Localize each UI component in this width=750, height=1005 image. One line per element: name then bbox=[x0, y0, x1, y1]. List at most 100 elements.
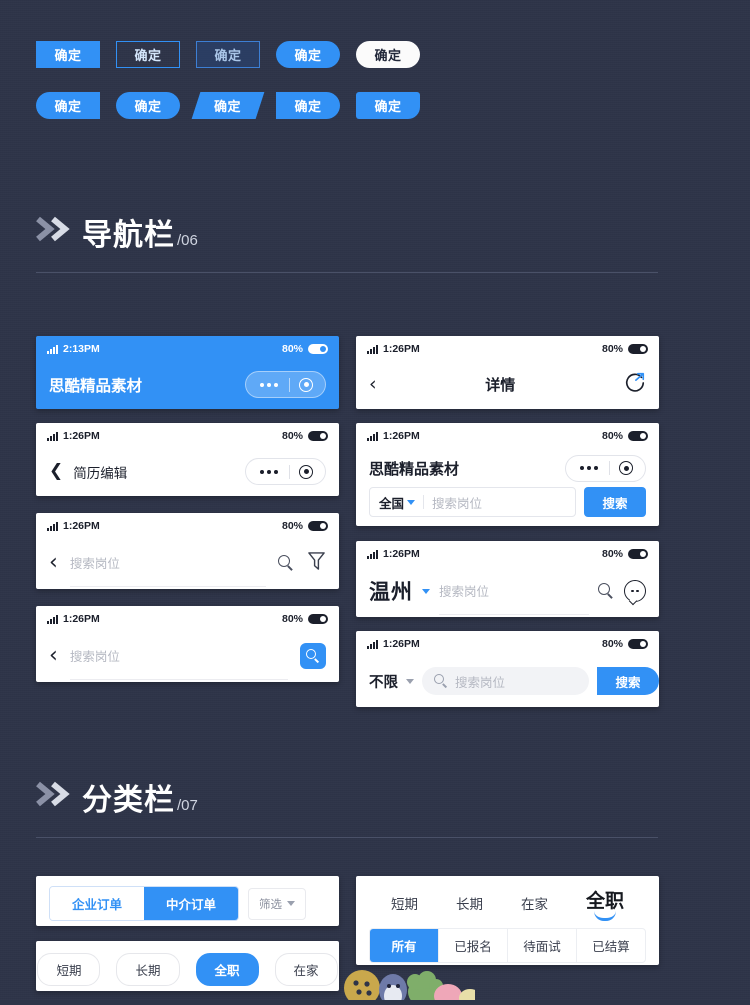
filter-button[interactable]: 筛选 bbox=[248, 887, 307, 920]
target-circle-icon[interactable] bbox=[290, 464, 322, 479]
navbar-card-detail: 1:26PM 80% ‹ 详情 bbox=[356, 336, 659, 409]
search-button[interactable] bbox=[300, 643, 326, 669]
back-chevron-icon[interactable]: ‹ bbox=[49, 552, 58, 574]
battery-percent: 80% bbox=[281, 430, 303, 442]
button-corner-round[interactable]: 确定 bbox=[356, 92, 420, 119]
search-input[interactable]: 搜索岗位 bbox=[70, 553, 120, 572]
tab-full-time[interactable]: 全职 bbox=[586, 886, 624, 920]
button-label: 确定 bbox=[374, 99, 402, 114]
button-round-left[interactable]: 确定 bbox=[36, 92, 100, 119]
city-label[interactable]: 温州 bbox=[369, 576, 413, 606]
button-round-right[interactable]: 确定 bbox=[276, 92, 340, 119]
tab-enterprise-orders[interactable]: 企业订单 bbox=[50, 887, 145, 920]
battery-icon bbox=[308, 431, 328, 441]
section-number: /07 bbox=[177, 797, 198, 814]
button-pill-blue[interactable]: 确定 bbox=[276, 41, 340, 68]
chip-at-home[interactable]: 在家 bbox=[274, 953, 338, 986]
region-selector[interactable]: 全国 bbox=[379, 493, 416, 512]
chevron-down-icon[interactable] bbox=[422, 588, 430, 594]
status-bar: 1:26PM 80% bbox=[36, 606, 339, 632]
mini-program-capsule[interactable] bbox=[245, 458, 326, 485]
battery-icon bbox=[628, 431, 648, 441]
category-card-jobs: 短期 长期 在家 全职 所有 已报名 待面试 已结算 bbox=[356, 876, 659, 965]
chevron-down-icon[interactable] bbox=[406, 678, 414, 684]
button-pill-white[interactable]: 确定 bbox=[356, 41, 420, 68]
battery-icon bbox=[308, 521, 328, 531]
signal-icon bbox=[367, 639, 378, 649]
order-tab-group: 企业订单 中介订单 筛选 bbox=[36, 876, 339, 926]
signal-icon bbox=[47, 431, 58, 441]
search-input-group[interactable]: 全国 搜索岗位 bbox=[369, 487, 576, 517]
back-chevron-icon[interactable]: ‹ bbox=[369, 375, 377, 394]
button-showcase-row-1: 确定 确定 确定 确定 确定 bbox=[36, 41, 420, 68]
button-outline[interactable]: 确定 bbox=[116, 41, 180, 68]
section-divider bbox=[36, 837, 658, 838]
battery-percent: 80% bbox=[601, 343, 623, 355]
search-field[interactable]: 搜索岗位 bbox=[422, 667, 589, 695]
section-header-category: 分类栏 /07 bbox=[36, 775, 658, 838]
chip-long-term[interactable]: 长期 bbox=[116, 953, 180, 986]
back-chevron-icon[interactable]: ‹ bbox=[49, 645, 58, 667]
section-title: 分类栏 bbox=[82, 784, 175, 817]
job-tab-group: 短期 长期 在家 全职 bbox=[356, 876, 659, 924]
battery-percent: 80% bbox=[281, 613, 303, 625]
button-pill-blue-2[interactable]: 确定 bbox=[116, 92, 180, 119]
status-bar: 1:26PM 80% bbox=[356, 631, 659, 657]
region-label[interactable]: 不限 bbox=[369, 671, 398, 692]
search-input[interactable]: 搜索岗位 bbox=[432, 493, 482, 512]
filter-funnel-icon[interactable] bbox=[307, 551, 326, 576]
segmented-control: 企业订单 中介订单 bbox=[49, 886, 240, 921]
mini-program-capsule[interactable] bbox=[245, 371, 326, 398]
tab-agency-orders[interactable]: 中介订单 bbox=[144, 887, 239, 920]
battery-percent: 80% bbox=[601, 430, 623, 442]
more-dots-icon[interactable] bbox=[249, 469, 289, 474]
search-input[interactable]: 搜索岗位 bbox=[439, 581, 489, 600]
search-field[interactable]: 搜索岗位 bbox=[69, 539, 266, 587]
button-label: 确定 bbox=[294, 48, 322, 63]
search-icon[interactable] bbox=[278, 554, 295, 572]
filter-label: 筛选 bbox=[259, 898, 283, 911]
target-circle-icon[interactable] bbox=[610, 461, 642, 475]
chip-full-time[interactable]: 全职 bbox=[195, 953, 259, 986]
region-label: 全国 bbox=[379, 496, 405, 511]
status-time: 1:26PM bbox=[383, 638, 420, 650]
battery-percent: 80% bbox=[281, 343, 303, 355]
tab-long-term[interactable]: 长期 bbox=[456, 893, 483, 920]
search-input[interactable]: 搜索岗位 bbox=[70, 646, 120, 665]
section-header-navbar: 导航栏 /06 bbox=[36, 210, 658, 273]
button-label: 确定 bbox=[54, 99, 82, 114]
button-label: 确定 bbox=[214, 48, 242, 63]
mini-program-capsule[interactable] bbox=[565, 454, 646, 482]
search-icon[interactable] bbox=[598, 582, 615, 600]
tab-pending-interview[interactable]: 待面试 bbox=[508, 929, 577, 962]
tab-settled[interactable]: 已结算 bbox=[577, 929, 645, 962]
page-title: 思酷精品素材 bbox=[49, 377, 143, 395]
battery-icon bbox=[308, 614, 328, 624]
status-bar: 1:26PM 80% bbox=[36, 513, 339, 539]
signal-icon bbox=[367, 549, 378, 559]
status-time: 1:26PM bbox=[383, 430, 420, 442]
search-field[interactable]: 搜索岗位 bbox=[69, 632, 288, 680]
signal-icon bbox=[367, 344, 378, 354]
tab-short-term[interactable]: 短期 bbox=[391, 893, 418, 920]
more-dots-icon[interactable] bbox=[249, 382, 289, 387]
status-time: 1:26PM bbox=[383, 548, 420, 560]
button-parallelogram[interactable]: 确定 bbox=[191, 92, 265, 119]
category-card-chips: 短期 长期 全职 在家 bbox=[36, 941, 339, 991]
share-icon[interactable] bbox=[624, 371, 646, 398]
battery-icon bbox=[628, 344, 648, 354]
status-bar: 2:13PM 80% bbox=[36, 336, 339, 362]
search-button[interactable]: 搜索 bbox=[597, 667, 659, 695]
search-input[interactable]: 搜索岗位 bbox=[455, 672, 505, 691]
button-outline-filled[interactable]: 确定 bbox=[196, 41, 260, 68]
chat-bubble-icon[interactable] bbox=[624, 580, 646, 602]
search-button[interactable]: 搜索 bbox=[584, 487, 646, 517]
more-dots-icon[interactable] bbox=[569, 466, 609, 470]
target-circle-icon[interactable] bbox=[290, 377, 322, 392]
chip-short-term[interactable]: 短期 bbox=[37, 953, 101, 986]
back-chevron-icon[interactable]: ❮ bbox=[49, 463, 63, 480]
search-field[interactable]: 搜索岗位 bbox=[439, 567, 589, 615]
button-solid-rect[interactable]: 确定 bbox=[36, 41, 100, 68]
signal-icon bbox=[47, 344, 58, 354]
tab-at-home[interactable]: 在家 bbox=[521, 893, 548, 920]
